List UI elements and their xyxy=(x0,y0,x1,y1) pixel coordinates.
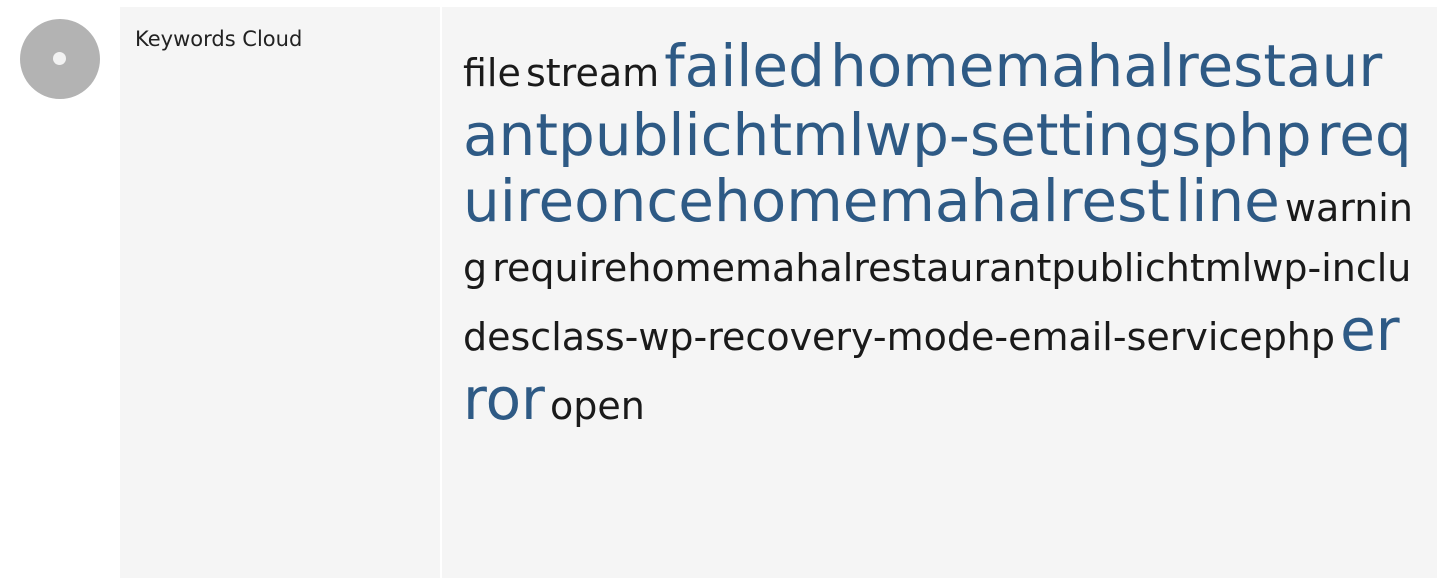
status-column xyxy=(0,0,119,578)
keyword: open xyxy=(550,384,645,428)
keywords-cloud-row: Keywords Cloud file stream failed homema… xyxy=(0,0,1443,578)
keyword: line xyxy=(1175,167,1280,235)
keywords-cloud: file stream failed homemahalrestaurantpu… xyxy=(463,34,1413,436)
keyword: requirehomemahalrestaurantpublichtmlwp-i… xyxy=(463,246,1412,359)
keyword: stream xyxy=(525,51,660,95)
keywords-cloud-panel: file stream failed homemahalrestaurantpu… xyxy=(442,7,1437,578)
label-column: Keywords Cloud xyxy=(120,7,440,578)
section-label: Keywords Cloud xyxy=(135,27,303,51)
keyword: file xyxy=(463,51,521,95)
status-dot-icon xyxy=(53,52,66,65)
keyword: failed xyxy=(664,32,825,100)
